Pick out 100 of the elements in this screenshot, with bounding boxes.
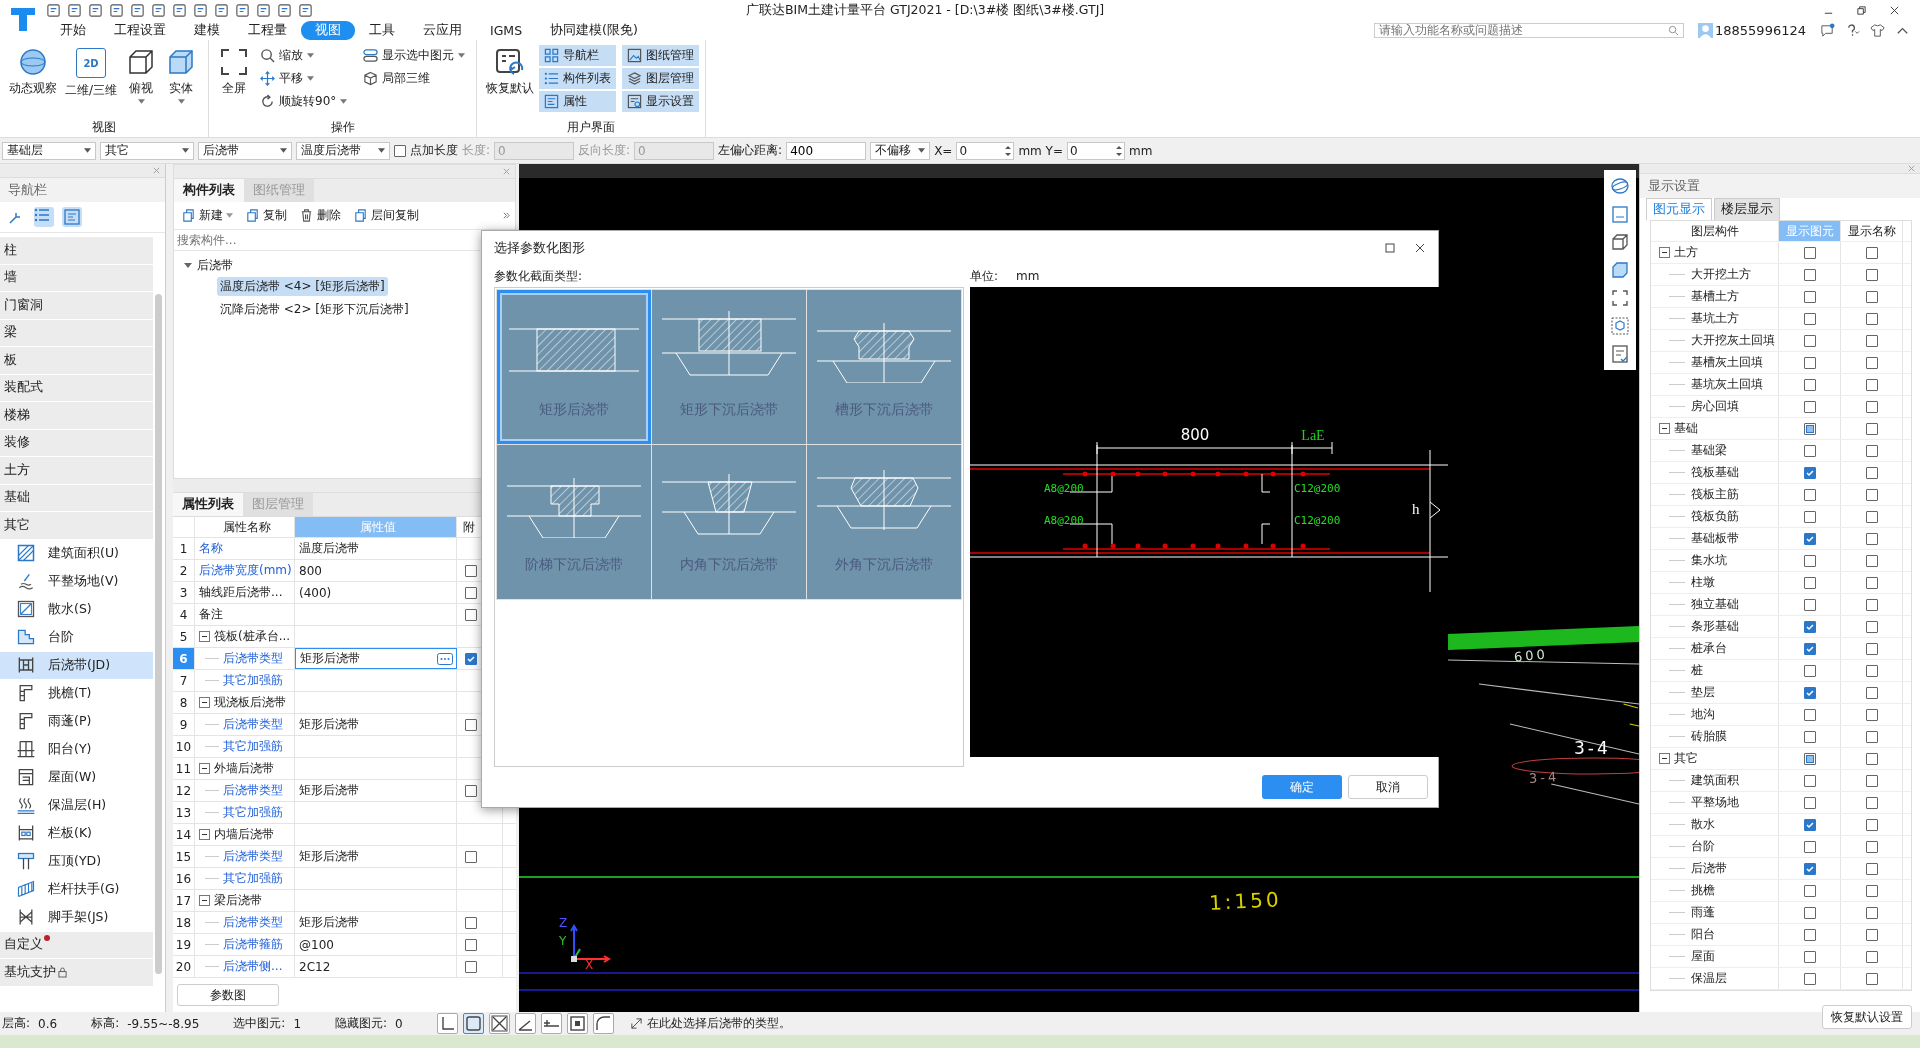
field-label: 左偏心距离: xyxy=(718,142,783,159)
row-number: 13 xyxy=(173,802,195,823)
property-name: 后浇带侧... xyxy=(223,958,283,975)
canvas-label: Z xyxy=(559,916,571,930)
property-value: (400) xyxy=(295,582,457,603)
canvas-label: X xyxy=(585,958,597,972)
property-value: 矩形后浇带 xyxy=(295,846,457,867)
property-name: 其它加强筋 xyxy=(223,672,283,689)
property-value: 2C12 xyxy=(295,956,457,977)
property-name: 筏板(桩承台... xyxy=(214,628,291,645)
ribbon-group-label: 用户界面 xyxy=(566,119,617,136)
section-label: 参数化截面类型: xyxy=(494,267,584,285)
property-name: 其它加强筋 xyxy=(223,804,283,821)
layer-label: 屋面 xyxy=(1691,948,1715,965)
dimension-label: 800 xyxy=(1180,426,1210,444)
row-number: 4 xyxy=(173,604,195,625)
layer-label: 地沟 xyxy=(1691,706,1715,723)
layer-label: 基槽灰土回填 xyxy=(1691,354,1763,371)
unit-label: mm xyxy=(1129,143,1153,158)
layer-label: 基坑灰土回填 xyxy=(1691,376,1763,393)
ribbon-group-label: 操作 xyxy=(329,119,356,136)
canvas-label: 600 xyxy=(1513,646,1549,665)
layer-label: 桩 xyxy=(1691,662,1703,679)
canvas-label: 1:150 xyxy=(1208,887,1283,915)
property-name: 名称 xyxy=(199,540,223,557)
layer-label: 柱墩 xyxy=(1691,574,1715,591)
canvas-label: 3-4 xyxy=(1574,738,1611,758)
layer-label: 垫层 xyxy=(1691,684,1715,701)
layer-label: 筏板负筋 xyxy=(1691,508,1739,525)
layer-label: 基础梁 xyxy=(1691,442,1727,459)
view-2d-icon: 2D xyxy=(76,48,106,78)
layer-label: 独立基础 xyxy=(1691,596,1739,613)
layer-label: 后浇带 xyxy=(1691,860,1727,877)
layer-label: 保温层 xyxy=(1691,970,1727,987)
field-label: X= xyxy=(934,143,953,158)
row-number: 7 xyxy=(173,670,195,691)
property-value: 矩形后浇带 xyxy=(295,912,457,933)
property-name: 其它加强筋 xyxy=(223,738,283,755)
layer-label: 平整场地 xyxy=(1691,794,1739,811)
layer-group-label: 基础 xyxy=(1674,420,1698,437)
property-value: 温度后浇带 xyxy=(295,538,457,559)
layer-label: 条形基础 xyxy=(1691,618,1739,635)
dimension-label: h xyxy=(1412,501,1420,517)
layer-label: 雨蓬 xyxy=(1691,904,1715,921)
property-name: 后浇带类型 xyxy=(223,650,283,667)
property-value: 矩形后浇带 xyxy=(295,780,457,801)
row-number: 19 xyxy=(173,934,195,955)
row-number: 3 xyxy=(173,582,195,603)
unit-value: mm xyxy=(1016,269,1040,283)
layer-label: 散水 xyxy=(1691,816,1715,833)
layer-label: 筏板基础 xyxy=(1691,464,1739,481)
column-header: 显示图元 xyxy=(1779,221,1841,241)
property-value: 矩形后浇带 xyxy=(295,714,457,735)
status-value: 0.6 xyxy=(38,1016,58,1031)
layer-label: 砖胎膜 xyxy=(1691,728,1727,745)
layer-label: 大开挖灰土回填 xyxy=(1691,332,1775,349)
panel-title: 显示设置 xyxy=(1640,174,1920,198)
layer-group-label: 其它 xyxy=(1674,750,1698,767)
field-label: 长度: xyxy=(462,142,491,159)
property-value: 800 xyxy=(295,560,457,581)
layer-label: 挑檐 xyxy=(1691,882,1715,899)
status-value: 1 xyxy=(293,1016,302,1031)
column-header: 显示名称 xyxy=(1841,221,1903,241)
dialog-title: 选择参数化图形 xyxy=(494,239,586,257)
row-number: 9 xyxy=(173,714,195,735)
row-number: 1 xyxy=(173,538,195,559)
field-label: 反向长度: xyxy=(578,142,631,159)
status-label: 层高: xyxy=(2,1015,31,1032)
canvas-label: 3-4 xyxy=(1528,768,1560,787)
row-number: 17 xyxy=(173,890,195,911)
layer-label: 筏板主筋 xyxy=(1691,486,1739,503)
layer-label: 台阶 xyxy=(1691,838,1715,855)
property-name: 现浇板后浇带 xyxy=(214,694,286,711)
status-label: 选中图元: xyxy=(233,1015,286,1032)
layer-group-label: 土方 xyxy=(1674,244,1698,261)
layer-label: 基础板带 xyxy=(1691,530,1739,547)
row-number: 5 xyxy=(173,626,195,647)
property-value: @100 xyxy=(295,934,457,955)
panel-title: 导航栏 xyxy=(0,178,165,202)
status-label: 隐藏图元: xyxy=(335,1015,388,1032)
property-name: 备注 xyxy=(199,606,223,623)
property-name: 后浇带宽度(mm) xyxy=(199,562,292,579)
property-name: 后浇带类型 xyxy=(223,914,283,931)
status-hint: 在此处选择后浇带的类型。 xyxy=(646,1015,791,1032)
rebar-label: A8@200 xyxy=(1044,514,1084,527)
row-number: 11 xyxy=(173,758,195,779)
layer-label: 阳台 xyxy=(1691,926,1715,943)
row-number: 2 xyxy=(173,560,195,581)
row-number: 6 xyxy=(173,648,195,669)
row-number: 18 xyxy=(173,912,195,933)
checkbox-label: 点加长度 xyxy=(410,142,458,159)
rebar-label: A8@200 xyxy=(1044,482,1084,495)
row-number: 16 xyxy=(173,868,195,889)
column-header: 属性值 xyxy=(295,517,457,537)
property-name: 轴线距后浇带... xyxy=(199,584,283,601)
canvas-label: Y xyxy=(559,934,570,948)
property-name: 梁后浇带 xyxy=(214,892,262,909)
ribbon-group-label: 视图 xyxy=(91,119,117,136)
layer-label: 集水坑 xyxy=(1691,552,1727,569)
row-number: 20 xyxy=(173,956,195,977)
